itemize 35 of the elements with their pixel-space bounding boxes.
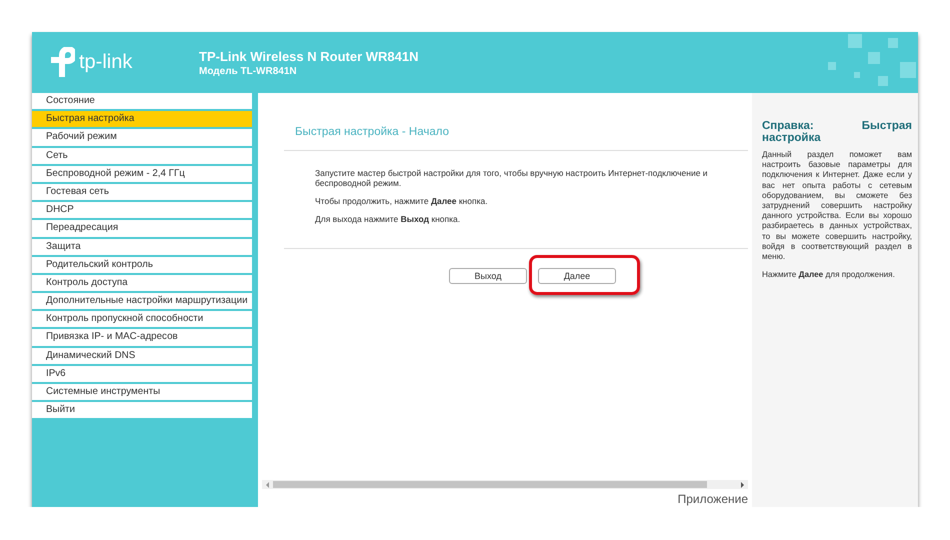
menu-item[interactable]: DHCP	[32, 202, 252, 218]
logo-text: tp-link	[79, 51, 132, 74]
help-text: Данный раздел поможет вам настроить базовые параметры для подключения к Интернет. Даже если у вас нет опыта работы с сетевым оборудованием, вы сможете без затруднений совершить настройку данного устройства. Если вы хорошо разбираетесь в данных устройствах, то вы можете совершить настройку, войдя в соответствующий раздел в меню.	[762, 150, 912, 262]
menu-item[interactable]: Динамический DNS	[32, 348, 252, 364]
menu-item[interactable]: Быстрая настройка	[32, 111, 252, 128]
instruction-text: Запустите мастер быстрой настройки для того, чтобы вручную настроить Интернет-подключение и беспроводной режим.	[315, 168, 709, 188]
model-label: Модель TL-WR841N	[199, 66, 298, 76]
menu-item[interactable]: Состояние	[32, 93, 252, 110]
menu-item[interactable]: Родительский контроль	[32, 256, 252, 273]
menu-item[interactable]: IPv6	[32, 366, 252, 382]
help-title: Справка: Быстрая настройка	[762, 120, 912, 144]
wizard-button[interactable]: Выход	[449, 268, 527, 284]
menu-item[interactable]: Защита	[32, 238, 252, 255]
menu-item[interactable]: Рабочий режим	[32, 129, 252, 146]
menu-item[interactable]: Сеть	[32, 148, 252, 164]
menu-item[interactable]: Контроль пропускной способности	[32, 311, 252, 328]
menu-item[interactable]: Выйти	[32, 402, 252, 418]
instruction-text: Для выхода нажмите Выход кнопка.	[315, 214, 462, 224]
menu-item[interactable]: Контроль доступа	[32, 274, 252, 292]
menu-item[interactable]: Беспроводной режим - 2,4 ГГц	[32, 166, 252, 182]
scrollbar-thumb[interactable]	[273, 481, 707, 488]
scroll-right-icon[interactable]	[741, 482, 744, 488]
menu-item[interactable]: Гостевая сеть	[32, 184, 252, 200]
menu-item[interactable]: Привязка IP- и MAC-адресов	[32, 329, 252, 346]
menu-item[interactable]: Дополнительные настройки маршрутизации	[32, 293, 252, 310]
section-title: Быстрая настройка - Начало	[295, 126, 450, 138]
help-text: Нажмите Далее для продолжения.	[762, 270, 896, 280]
footer-text: Приложение	[678, 493, 748, 506]
menu-item[interactable]: Системные инструменты	[32, 384, 252, 400]
horizontal-scrollbar[interactable]	[262, 480, 748, 489]
menu-item[interactable]: Переадресация	[32, 220, 252, 236]
wizard-button[interactable]: Далее	[538, 268, 616, 284]
scroll-left-icon[interactable]	[266, 482, 269, 488]
instruction-text: Чтобы продолжить, нажмите Далее кнопка.	[315, 196, 489, 206]
router-title: TP-Link Wireless N Router WR841N	[199, 48, 418, 64]
